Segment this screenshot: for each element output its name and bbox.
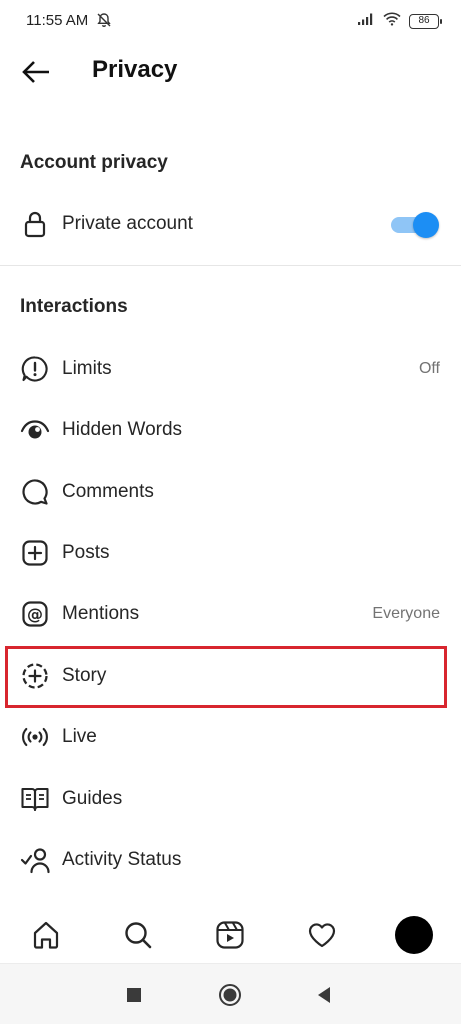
interaction-row-comments[interactable]: Comments [0,463,461,521]
interaction-row-live[interactable]: Live [0,708,461,766]
row-label: Live [62,726,97,747]
activity-status-icon [20,845,50,875]
at-icon: @ [20,599,50,629]
heart-icon[interactable] [302,915,342,955]
page-title: Privacy [92,56,178,83]
interaction-row-limits[interactable]: Limits Off [0,340,461,398]
profile-avatar[interactable] [394,915,434,955]
row-value: Off [418,360,440,377]
section-title-account-privacy: Account privacy [20,152,168,173]
signal-icon [357,12,375,31]
back-arrow-icon [22,61,49,83]
interaction-row-activity-status[interactable]: Activity Status [0,831,461,889]
reels-icon[interactable] [210,915,250,955]
recents-icon[interactable] [121,982,147,1008]
svg-text:@: @ [27,605,43,624]
row-label: Posts [62,542,110,563]
private-account-row[interactable]: Private account [0,195,461,253]
private-account-label: Private account [62,213,193,234]
private-account-toggle[interactable] [391,212,439,238]
home-icon[interactable] [26,915,66,955]
row-label: Hidden Words [62,419,183,440]
plus-square-icon [20,538,50,568]
comment-icon [20,477,50,507]
row-label: Comments [62,481,154,502]
interaction-row-mentions[interactable]: @ Mentions Everyone [0,585,461,643]
home-circle-icon[interactable] [217,982,243,1008]
system-nav-bar [0,963,461,1024]
status-time: 11:55 AM [26,12,89,29]
live-icon [20,722,50,752]
divider [0,265,461,266]
toggle-knob [413,212,439,238]
header: Privacy [0,44,461,100]
eye-icon [20,415,50,445]
row-label: Limits [62,358,112,379]
row-label: Guides [62,788,123,809]
interaction-row-posts[interactable]: Posts [0,524,461,582]
bell-muted-icon [96,12,112,33]
status-bar: 11:55 AM 86 [0,0,461,44]
lock-icon [20,209,50,239]
section-title-interactions: Interactions [20,296,128,317]
wifi-icon [383,12,401,31]
bottom-nav [0,905,461,963]
battery-icon: 86 [409,14,442,29]
highlight-box [5,646,447,708]
row-label: Mentions [62,603,140,624]
guides-icon [20,784,50,814]
back-button[interactable] [16,54,56,90]
interaction-row-hidden-words[interactable]: Hidden Words [0,401,461,459]
avatar [395,916,433,954]
row-label: Activity Status [62,849,182,870]
search-icon[interactable] [118,915,158,955]
limits-icon [20,354,50,384]
interaction-row-guides[interactable]: Guides [0,770,461,828]
row-value: Everyone [372,605,440,622]
back-triangle-icon[interactable] [311,982,337,1008]
